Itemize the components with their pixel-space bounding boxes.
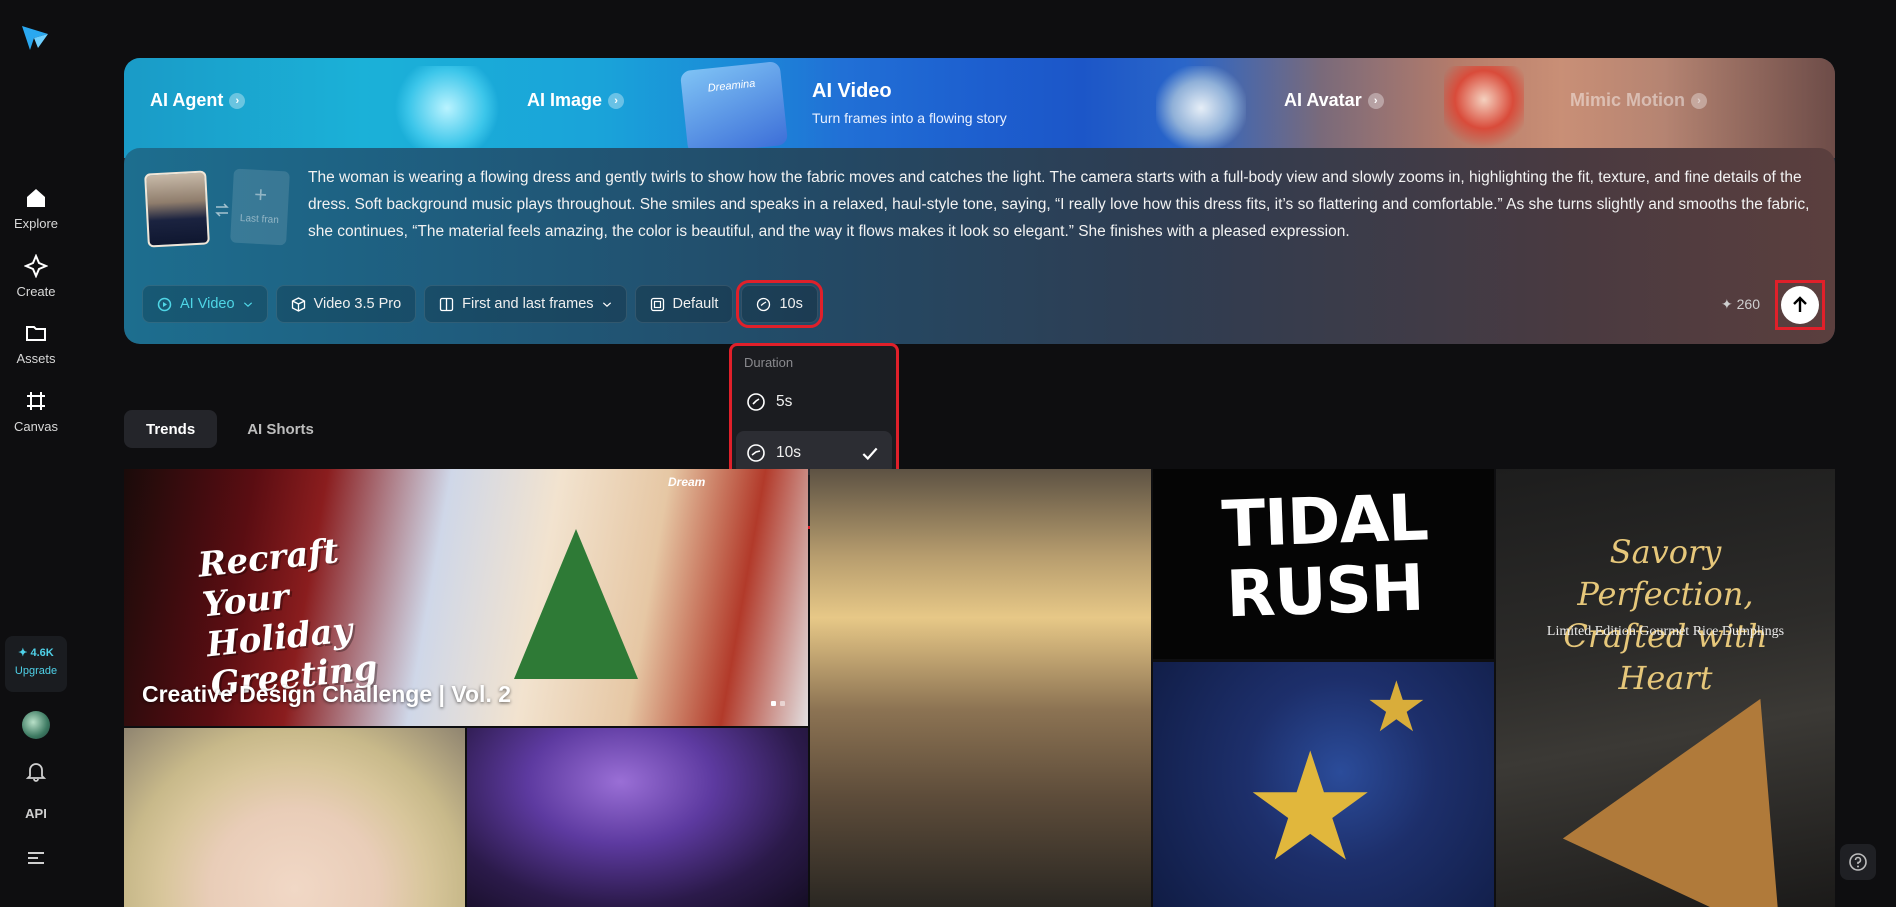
duration-menu-header: Duration	[744, 355, 794, 370]
card-caption: Creative Design Challenge | Vol. 2	[142, 681, 512, 707]
duration-option-label: 5s	[776, 393, 793, 410]
feed-card-starry[interactable]: ★ ★	[1153, 662, 1494, 907]
last-frame-label: Last fran	[239, 212, 280, 226]
sidebar: Explore Create Assets Canvas ✦ 4.6K Upgr…	[0, 0, 72, 907]
canvas-icon	[27, 392, 45, 410]
nav-canvas-label: Canvas	[13, 419, 59, 434]
tab-ai-agent[interactable]: AI Agent ›	[150, 90, 246, 111]
swap-icon[interactable]	[214, 203, 230, 217]
sparkle-icon	[24, 254, 48, 278]
cube-icon	[291, 296, 305, 312]
credit-cost: ✦ 260	[1721, 296, 1760, 312]
tab-mimic-motion[interactable]: Mimic Motion ›	[1570, 90, 1707, 111]
first-frame-thumbnail[interactable]	[144, 170, 210, 248]
aspect-ratio-icon	[650, 297, 664, 311]
feed-card-portrait[interactable]	[124, 728, 465, 907]
help-icon	[1849, 853, 1867, 871]
chevron-right-icon: ›	[1367, 92, 1384, 109]
ai-image-illustration: Dreamina	[679, 61, 789, 155]
mode-select[interactable]: AI Video	[142, 285, 268, 323]
menu-icon[interactable]	[26, 850, 46, 866]
ratio-select[interactable]: Default	[634, 285, 734, 323]
help-button[interactable]	[1840, 844, 1876, 880]
model-select[interactable]: Video 3.5 Pro	[275, 285, 417, 323]
video-mode-icon	[157, 297, 172, 311]
chevron-right-icon: ›	[229, 92, 246, 109]
duration-option-label: 10s	[776, 444, 801, 461]
feed-card-dumpling[interactable]: Savory Perfection, Crafted with Heart Li…	[1496, 469, 1835, 907]
folder-icon	[26, 326, 46, 341]
generation-toolbar: AI Video Video 3.5 Pro First and last fr…	[142, 280, 823, 328]
frames-label: First and last frames	[462, 296, 594, 312]
dreamina-caption: Dreamina	[707, 77, 756, 95]
ai-video-illustration	[1156, 66, 1246, 150]
nav-assets-label: Assets	[16, 351, 56, 366]
chevron-down-icon	[243, 301, 252, 307]
star-art: ★	[1243, 723, 1378, 891]
avatar[interactable]	[22, 711, 50, 739]
tab-ai-avatar-label: AI Avatar	[1284, 90, 1362, 110]
tab-ai-image[interactable]: AI Image ›	[527, 90, 625, 111]
home-icon	[27, 189, 45, 207]
tab-ai-agent-label: AI Agent	[150, 90, 224, 110]
credits-amount: ✦ 4.6K	[18, 647, 54, 659]
prompt-textarea[interactable]: The woman is wearing a flowing dress and…	[308, 164, 1818, 245]
chevron-right-icon: ›	[608, 92, 625, 109]
mode-label: AI Video	[180, 296, 235, 312]
ai-avatar-illustration	[1444, 66, 1524, 150]
tab-ai-video[interactable]: AI Video	[812, 80, 892, 103]
dreamina-badge: Dream	[668, 475, 706, 489]
tab-ai-image-label: AI Image	[527, 90, 603, 110]
credits-upgrade-button[interactable]: ✦ 4.6K Upgrade	[5, 636, 67, 692]
nav-create[interactable]: Create	[0, 254, 72, 299]
christmas-tree-art	[514, 529, 638, 679]
tab-ai-shorts[interactable]: AI Shorts	[225, 410, 336, 448]
tab-mimic-motion-label: Mimic Motion	[1570, 90, 1685, 110]
clock-icon	[747, 393, 765, 411]
chevron-down-icon	[602, 301, 611, 307]
nav-explore[interactable]: Explore	[0, 186, 72, 231]
nav-assets[interactable]: Assets	[0, 321, 72, 366]
last-frame-upload[interactable]: + Last fran	[230, 168, 290, 246]
dumpling-art-subtitle: Limited Edition Gourmet Rice Dumplings	[1546, 624, 1785, 639]
feed-card-reaper[interactable]	[467, 728, 808, 907]
api-link[interactable]: API	[0, 806, 72, 821]
ratio-label: Default	[672, 296, 719, 312]
nav-explore-label: Explore	[13, 216, 59, 231]
creation-panel: AI Agent › AI Image › Dreamina AI Video Tu…	[124, 58, 1835, 344]
feature-banner: AI Agent › AI Image › Dreamina AI Video Tu…	[124, 58, 1835, 158]
duration-label: 10s	[779, 296, 803, 312]
prompt-panel: + Last fran The woman is wearing a flowi…	[124, 148, 1835, 344]
arrow-up-icon	[1793, 296, 1807, 312]
clock-icon	[757, 297, 771, 311]
holiday-art-title: Recraft Your Holiday Greeting	[196, 531, 380, 706]
bell-icon[interactable]	[25, 760, 47, 782]
feed-card-ruins[interactable]	[810, 469, 1151, 907]
nav-create-label: Create	[16, 284, 56, 299]
feed-card-holiday[interactable]: Recraft Your Holiday Greeting Dream Crea…	[124, 469, 808, 726]
carousel-dots[interactable]	[771, 701, 785, 706]
feed-card-tidal-rush[interactable]: TIDAL RUSH	[1153, 469, 1494, 659]
tab-trends[interactable]: Trends	[124, 410, 218, 448]
frames-select[interactable]: First and last frames	[424, 285, 627, 323]
feed-tabs: Trends AI Shorts	[124, 410, 336, 448]
nav-canvas[interactable]: Canvas	[0, 389, 72, 434]
clock-icon	[747, 444, 765, 462]
dreamina-logo-icon[interactable]	[20, 22, 50, 52]
tidal-rush-art-text: TIDAL RUSH	[1220, 481, 1429, 633]
checkmark-icon	[862, 447, 878, 461]
generate-button[interactable]	[1781, 286, 1819, 324]
frames-icon	[440, 297, 454, 311]
ai-video-subtitle: Turn frames into a flowing story	[812, 110, 1007, 126]
duration-option-5s[interactable]: 5s	[736, 380, 892, 424]
plus-icon: +	[253, 181, 268, 208]
model-label: Video 3.5 Pro	[313, 296, 402, 312]
tab-ai-avatar[interactable]: AI Avatar ›	[1284, 90, 1384, 111]
duration-select[interactable]: 10s	[736, 280, 823, 328]
chevron-right-icon: ›	[1691, 92, 1707, 109]
ai-agent-illustration	[392, 66, 502, 150]
upgrade-label: Upgrade	[14, 665, 58, 677]
